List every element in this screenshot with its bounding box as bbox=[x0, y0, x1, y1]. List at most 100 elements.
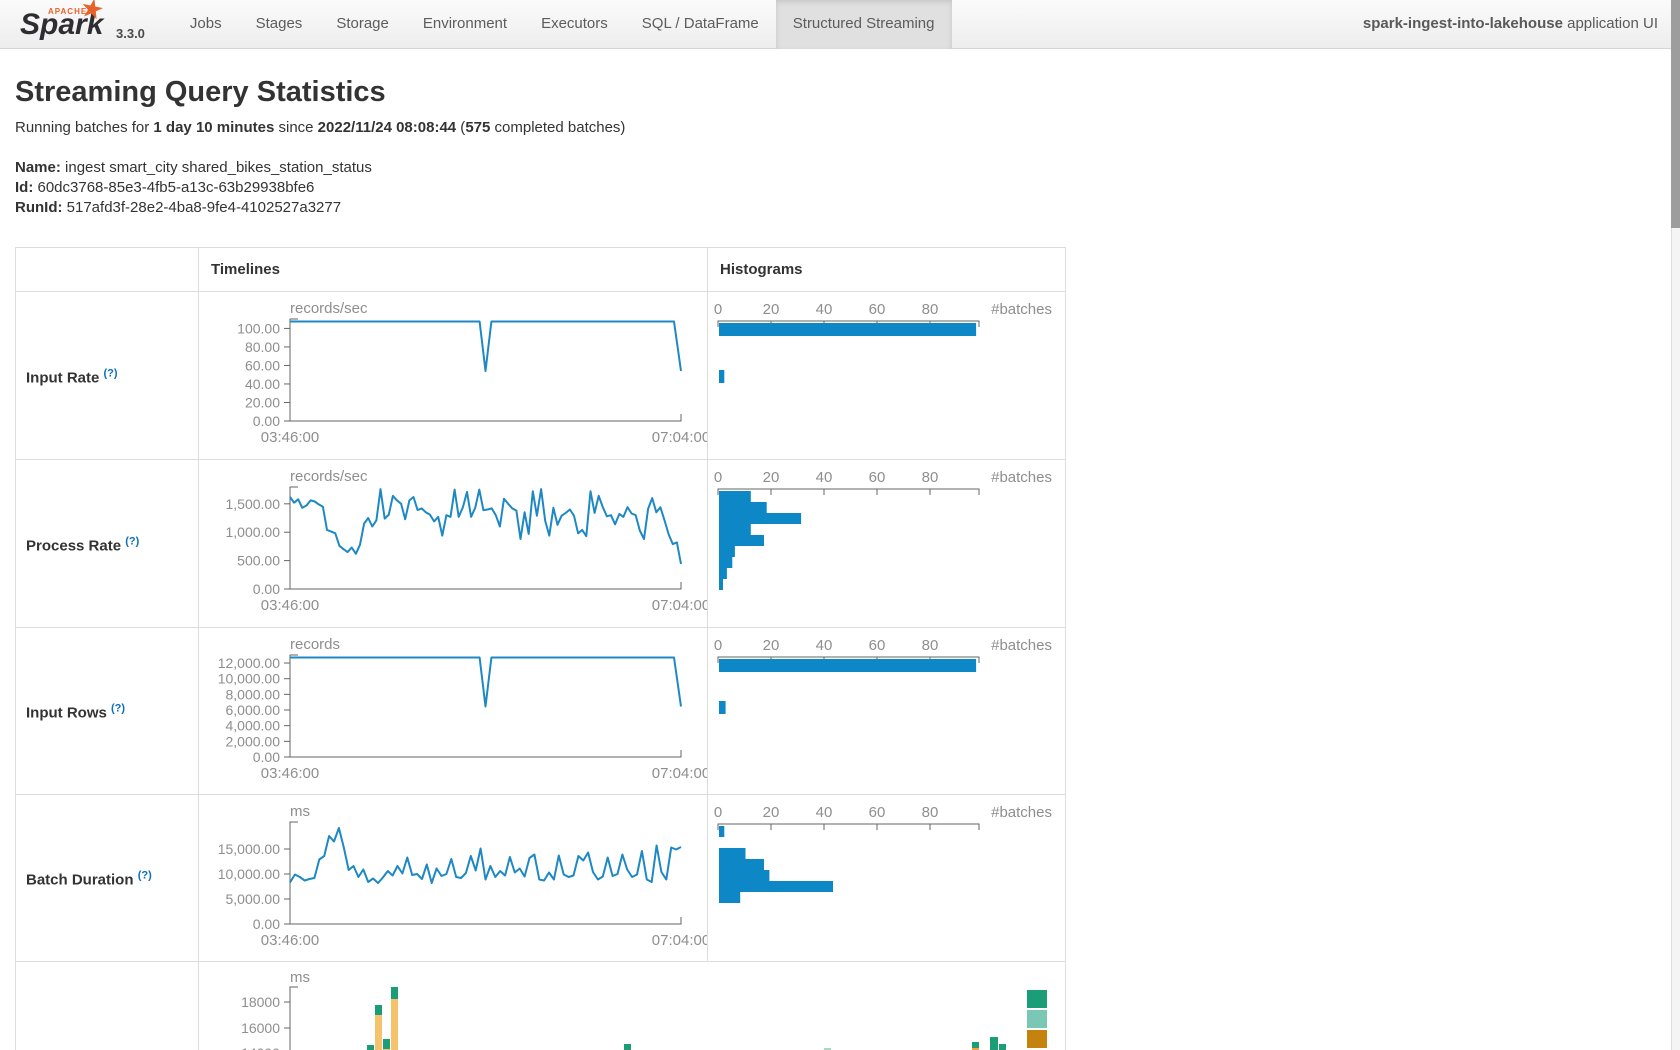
input-rows-histogram-chart: 0 20 40 60 80 #batches bbox=[708, 628, 1066, 795]
svg-text:80: 80 bbox=[922, 637, 939, 654]
timelines-header: Timelines bbox=[199, 248, 707, 291]
input-rate-help-link[interactable]: (?) bbox=[104, 367, 118, 379]
svg-text:#batches: #batches bbox=[991, 301, 1052, 318]
svg-text:14000: 14000 bbox=[241, 1045, 280, 1050]
process-rate-timeline-chart: records/sec0.00500.001,000.001,500.0003:… bbox=[199, 460, 708, 628]
svg-text:0.00: 0.00 bbox=[253, 581, 280, 597]
process-rate-help-link[interactable]: (?) bbox=[125, 535, 139, 547]
input-rows-help-link[interactable]: (?) bbox=[111, 703, 125, 715]
svg-text:80: 80 bbox=[922, 804, 939, 821]
input-rows-timeline-chart: records0.002,000.004,000.006,000.008,000… bbox=[199, 628, 708, 795]
operation-duration-label-cell bbox=[16, 962, 198, 1050]
input-rows-timeline-cell: records0.002,000.004,000.006,000.008,000… bbox=[198, 628, 707, 794]
svg-text:#batches: #batches bbox=[991, 469, 1052, 486]
svg-text:2,000.00: 2,000.00 bbox=[226, 733, 281, 749]
svg-text:15,000.00: 15,000.00 bbox=[218, 841, 280, 857]
statistics-table: Timelines Histograms Input Rate (?) recor… bbox=[15, 247, 1066, 1050]
svg-text:60: 60 bbox=[869, 469, 886, 486]
input-rows-label-cell: Input Rows (?) bbox=[16, 628, 198, 794]
svg-text:records: records bbox=[290, 636, 340, 653]
runid-value: 517afd3f-28e2-4ba8-9fe4-4102527a3277 bbox=[62, 199, 341, 216]
input-rate-timeline-cell: records/sec0.0020.0040.0060.0080.00100.0… bbox=[198, 292, 707, 459]
name-value: ingest smart_city shared_bikes_station_s… bbox=[61, 159, 372, 176]
svg-text:ms: ms bbox=[290, 803, 310, 820]
svg-text:records/sec: records/sec bbox=[290, 300, 368, 317]
input-rate-histogram-chart: 020406080#batches bbox=[708, 292, 1066, 460]
svg-text:ms: ms bbox=[290, 969, 310, 986]
batch-duration-histogram-chart: 020406080#batches bbox=[708, 795, 1066, 962]
svg-text:8,000.00: 8,000.00 bbox=[226, 686, 281, 702]
running-duration: 1 day 10 minutes bbox=[153, 119, 274, 136]
svg-text:0: 0 bbox=[714, 469, 722, 486]
process-rate-histogram-cell: 020406080#batches bbox=[707, 460, 1066, 627]
svg-text:0.00: 0.00 bbox=[253, 413, 280, 429]
process-rate-label: Process Rate (?) bbox=[26, 533, 139, 554]
svg-text:20: 20 bbox=[763, 637, 780, 654]
query-name-line: Name: ingest smart_city shared_bikes_sta… bbox=[15, 158, 372, 178]
svg-text:60: 60 bbox=[869, 804, 886, 821]
id-value: 60dc3768-85e3-4fb5-a13c-63b29938bfe6 bbox=[33, 179, 314, 196]
start-time: 2022/11/24 08:08:44 bbox=[318, 119, 456, 136]
application-label: spark-ingest-into-lakehouse application … bbox=[1363, 0, 1658, 48]
svg-text:80: 80 bbox=[922, 469, 939, 486]
batch-duration-help-link[interactable]: (?) bbox=[138, 870, 152, 882]
svg-text:18000: 18000 bbox=[241, 994, 280, 1010]
svg-text:0: 0 bbox=[714, 804, 722, 821]
svg-text:40: 40 bbox=[816, 637, 833, 654]
table-row-batch-duration: Batch Duration (?)ms0.005,000.0010,000.0… bbox=[16, 794, 1065, 961]
input-rows-label: Input Rows (?) bbox=[26, 701, 125, 722]
tab-stages[interactable]: Stages bbox=[239, 0, 320, 49]
svg-text:40: 40 bbox=[816, 469, 833, 486]
input-rate-label: Input Rate (?) bbox=[26, 365, 118, 386]
operation-duration-stacked-chart: ms180001600014000 bbox=[199, 962, 1066, 1050]
scrollbar-track[interactable] bbox=[1671, 0, 1680, 1050]
svg-text:1,000.00: 1,000.00 bbox=[226, 524, 281, 540]
svg-text:#batches: #batches bbox=[991, 637, 1052, 654]
process-rate-histogram-chart: 020406080#batches bbox=[708, 460, 1066, 628]
svg-text:03:46:00: 03:46:00 bbox=[261, 429, 319, 446]
svg-text:60: 60 bbox=[869, 637, 886, 654]
svg-text:500.00: 500.00 bbox=[237, 553, 280, 569]
batch-duration-label-cell: Batch Duration (?) bbox=[16, 795, 198, 961]
tab-structured-streaming[interactable]: Structured Streaming bbox=[776, 0, 952, 49]
nav-tabs: JobsStagesStorageEnvironmentExecutorsSQL… bbox=[173, 0, 952, 49]
svg-text:0: 0 bbox=[714, 301, 722, 318]
svg-text:03:46:00: 03:46:00 bbox=[261, 932, 319, 949]
process-rate-timeline-cell: records/sec0.00500.001,000.001,500.0003:… bbox=[198, 460, 707, 627]
svg-text:0.00: 0.00 bbox=[253, 749, 280, 765]
svg-text:60.00: 60.00 bbox=[245, 357, 280, 373]
query-runid-line: RunId: 517afd3f-28e2-4ba8-9fe4-4102527a3… bbox=[15, 198, 372, 218]
operation-duration-chart-cell: ms180001600014000 bbox=[198, 962, 1066, 1050]
svg-text:0: 0 bbox=[714, 637, 722, 654]
spark-logo: Spark APACHE ★ bbox=[12, 0, 112, 49]
scrollbar-thumb[interactable] bbox=[1671, 0, 1680, 228]
svg-text:60: 60 bbox=[869, 301, 886, 318]
svg-text:07:04:00: 07:04:00 bbox=[652, 597, 708, 614]
tab-jobs[interactable]: Jobs bbox=[173, 0, 239, 49]
header-timelines-cell: Timelines bbox=[198, 248, 707, 291]
svg-text:6,000.00: 6,000.00 bbox=[226, 702, 281, 718]
svg-text:#batches: #batches bbox=[991, 804, 1052, 821]
tab-environment[interactable]: Environment bbox=[406, 0, 524, 49]
svg-text:03:46:00: 03:46:00 bbox=[261, 765, 319, 782]
header-empty-cell bbox=[16, 248, 198, 291]
tab-executors[interactable]: Executors bbox=[524, 0, 625, 49]
svg-text:12,000.00: 12,000.00 bbox=[218, 655, 280, 671]
svg-text:40: 40 bbox=[816, 804, 833, 821]
table-row-input-rate: Input Rate (?)records/sec0.0020.0040.006… bbox=[16, 291, 1065, 459]
top-nav: Spark APACHE ★ 3.3.0 JobsStagesStorageEn… bbox=[0, 0, 1680, 49]
svg-text:1,500.00: 1,500.00 bbox=[226, 496, 281, 512]
table-header-row: Timelines Histograms bbox=[16, 248, 1065, 291]
runid-label: RunId: bbox=[15, 199, 62, 216]
table-row-operation-duration: ms180001600014000 bbox=[16, 961, 1065, 1050]
tab-sql-dataframe[interactable]: SQL / DataFrame bbox=[625, 0, 776, 49]
input-rows-histogram-cell: 0 20 40 60 80 #batches bbox=[707, 628, 1066, 794]
svg-text:80.00: 80.00 bbox=[245, 339, 280, 355]
page-title: Streaming Query Statistics bbox=[15, 76, 386, 109]
batch-duration-timeline-chart: ms0.005,000.0010,000.0015,000.0003:46:00… bbox=[199, 795, 708, 962]
tab-storage[interactable]: Storage bbox=[319, 0, 406, 49]
svg-text:0.00: 0.00 bbox=[253, 916, 280, 932]
input-rate-label-cell: Input Rate (?) bbox=[16, 292, 198, 459]
svg-text:07:04:00: 07:04:00 bbox=[652, 429, 708, 446]
svg-text:03:46:00: 03:46:00 bbox=[261, 597, 319, 614]
